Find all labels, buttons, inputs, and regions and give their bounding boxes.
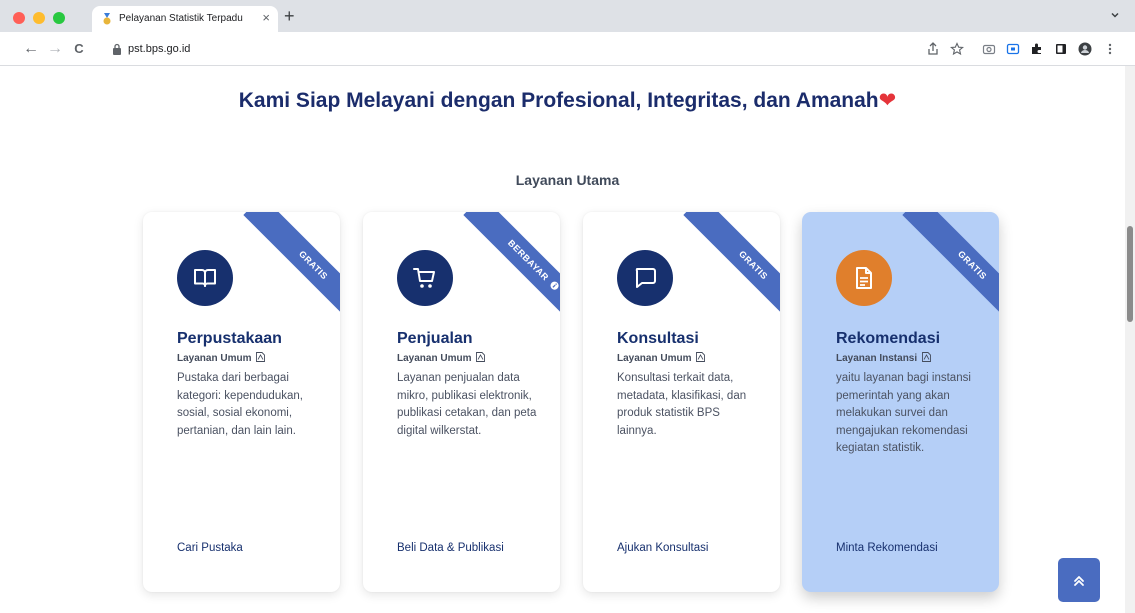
url-text: pst.bps.go.id [128,43,191,55]
book-icon [194,269,216,287]
browser-toolbar: ← → C pst.bps.go.id [0,32,1135,66]
back-button[interactable]: ← [22,40,40,58]
extensions-puzzle-icon[interactable] [1030,42,1044,56]
minta-rekomendasi-link[interactable]: Minta Rekomendasi [836,542,938,554]
service-card-perpustakaan[interactable]: GRATIS Perpustakaan Layanan Umum Pustaka… [143,212,340,592]
ribbon: GRATIS [879,212,999,332]
side-panel-icon[interactable] [1054,42,1068,56]
maximize-window-button[interactable] [53,12,65,24]
pdf-file-icon[interactable] [476,352,486,362]
ribbon-label: GRATIS [683,212,780,332]
service-icon-circle [397,250,453,306]
browser-tab[interactable]: Pelayanan Statistik Terpadu × [92,6,278,32]
card-subtitle-text: Layanan Umum [177,353,252,364]
cari-pustaka-link[interactable]: Cari Pustaka [177,542,243,554]
card-subtitle-text: Layanan Umum [397,353,472,364]
headline-text: Kami Siap Melayani dengan Profesional, I… [238,89,879,112]
bookmark-star-icon[interactable] [950,42,964,56]
ribbon-label: BERBAYAR [463,212,560,332]
ribbon-label-text: BERBAYAR [505,237,551,283]
card-subtitle-text: Layanan Instansi [836,353,918,364]
reload-button[interactable]: C [70,40,88,58]
document-icon [856,267,872,289]
ribbon: BERBAYAR [440,212,560,332]
medal-favicon-icon [103,13,111,25]
forward-button[interactable]: → [46,40,64,58]
card-subtitle: Layanan Umum [177,352,266,364]
camera-extension-icon[interactable] [982,42,996,56]
card-title: Rekomendasi [836,330,941,347]
ajukan-konsultasi-link[interactable]: Ajukan Konsultasi [617,542,708,554]
back-to-top-button[interactable] [1058,558,1100,602]
share-icon[interactable] [926,42,940,56]
lock-icon [113,43,121,55]
pdf-file-icon[interactable] [256,352,266,362]
page-headline: Kami Siap Melayani dengan Profesional, I… [0,88,1135,113]
service-icon-circle [836,250,892,306]
service-card-konsultasi[interactable]: GRATIS Konsultasi Layanan Umum Konsultas… [583,212,780,592]
double-chevron-up-icon [1074,576,1084,586]
pdf-file-icon[interactable] [921,352,931,362]
browser-menu-icon[interactable] [1103,42,1117,56]
service-icon-circle [617,250,673,306]
screen-extension-icon[interactable] [1006,42,1020,56]
card-description: yaitu layanan bagi instansi pemerintah y… [836,372,971,454]
info-icon[interactable] [548,279,560,292]
browser-tab-bar: Pelayanan Statistik Terpadu × + [0,0,1135,32]
card-title: Penjualan [397,330,473,347]
tab-title: Pelayanan Statistik Terpadu [119,13,243,24]
service-card-penjualan[interactable]: BERBAYAR Penjualan Layanan Umum Layanan … [363,212,560,592]
close-window-button[interactable] [13,12,25,24]
section-title: Layanan Utama [515,172,620,188]
card-title: Perpustakaan [177,330,282,347]
ribbon-label: GRATIS [243,212,340,332]
card-subtitle: Layanan Umum [397,352,486,364]
service-icon-circle [177,250,233,306]
address-bar[interactable]: pst.bps.go.id [100,36,1020,62]
chat-icon [635,268,656,288]
service-card-rekomendasi[interactable]: GRATIS Rekomendasi Layanan Instansi yait… [802,212,999,592]
card-subtitle: Layanan Umum [617,352,706,364]
card-description: Konsultasi terkait data, metadata, klasi… [617,372,747,437]
beli-data-publikasi-link[interactable]: Beli Data & Publikasi [397,542,504,554]
card-description: Pustaka dari berbagai kategori: kependud… [177,372,303,437]
tab-search-chevron-icon[interactable] [1109,9,1121,21]
minimize-window-button[interactable] [33,12,45,24]
page-content: Kami Siap Melayani dengan Profesional, I… [0,66,1135,613]
ribbon: GRATIS [220,212,340,332]
card-title: Konsultasi [617,330,699,347]
cart-icon [413,268,435,288]
scrollbar-thumb[interactable] [1127,226,1133,322]
new-tab-button[interactable]: + [284,5,295,27]
tab-close-icon[interactable]: × [262,10,270,26]
ribbon-label: GRATIS [902,212,999,332]
pdf-file-icon[interactable] [696,352,706,362]
card-subtitle-text: Layanan Umum [617,353,692,364]
page-scrollbar[interactable] [1125,66,1135,613]
heart-emoji-icon: ❤ [878,89,897,112]
card-subtitle: Layanan Instansi [836,352,931,364]
ribbon: GRATIS [660,212,780,332]
card-description: Layanan penjualan data mikro, publikasi … [397,372,537,437]
profile-avatar-icon[interactable] [1078,42,1092,56]
